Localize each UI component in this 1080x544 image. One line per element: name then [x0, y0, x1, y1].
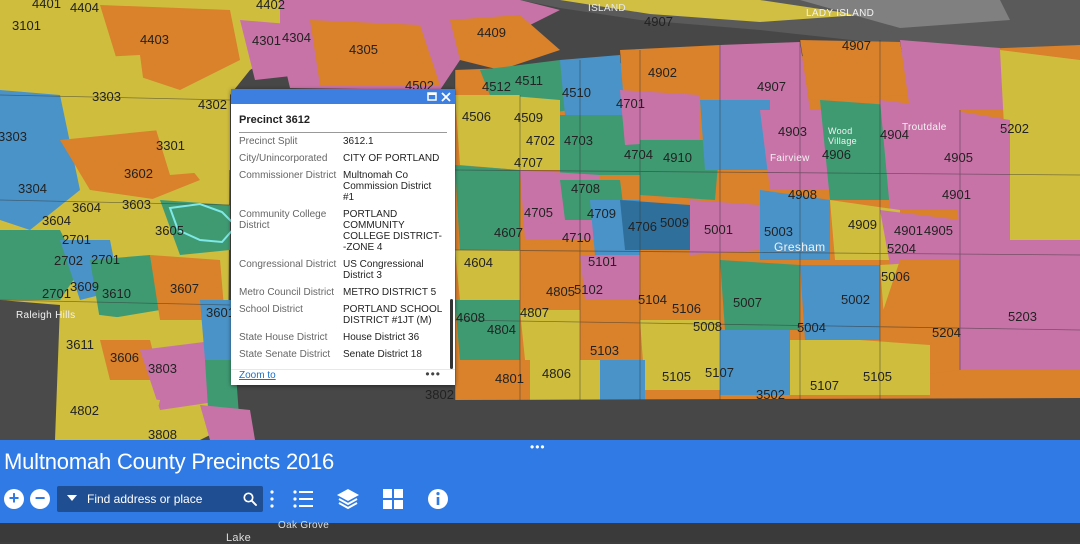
attr-row: Precinct Split 3612.1 [239, 136, 444, 153]
search-icon[interactable] [243, 492, 257, 506]
attr-value: CITY OF PORTLAND [343, 153, 440, 164]
feature-popup[interactable]: Precinct 3612 Precinct Split 3612.1 City/… [231, 89, 455, 385]
attr-value: PORTLAND COMMUNITY COLLEGE DISTRICT--ZON… [343, 209, 442, 253]
attr-value: METRO DISTRICT 5 [343, 287, 437, 298]
zoom-in-button[interactable]: + [4, 489, 24, 509]
attr-value: US Congressional District 3 [343, 259, 424, 281]
search-source-dropdown-icon[interactable] [67, 495, 77, 501]
attr-row: Congressional District US Congressional D… [239, 259, 444, 287]
attr-value: PORTLAND SCHOOL DISTRICT #1JT (M) [343, 304, 442, 326]
popup-scrollbar[interactable] [450, 299, 453, 369]
attr-row: State Senate District Senate District 18 [239, 349, 444, 366]
popup-attributes[interactable]: Precinct Split 3612.1 City/Unincorporated… [231, 136, 449, 406]
basemap-icon[interactable] [380, 486, 406, 512]
attr-key: Precinct Split [239, 136, 298, 147]
attr-key: State House District [239, 332, 328, 343]
popup-title: Precinct 3612 [239, 114, 447, 133]
maximize-icon[interactable] [425, 89, 439, 104]
place-label: Gresham [774, 240, 826, 254]
close-icon[interactable] [439, 89, 453, 104]
place-label: Lake [226, 532, 252, 544]
place-label: ISLAND [588, 3, 626, 14]
attr-value: House District 36 [343, 332, 420, 343]
attr-row: Metro Council District METRO DISTRICT 5 [239, 287, 444, 304]
attr-row: Commissioner District Multnomah Co Commis… [239, 170, 444, 209]
legend-icon[interactable] [290, 486, 316, 512]
search-options-icon[interactable] [270, 490, 274, 508]
place-label: LADY ISLAND [806, 8, 875, 19]
attr-row: City/Unincorporated CITY OF PORTLAND [239, 153, 444, 170]
layers-icon[interactable] [335, 486, 361, 512]
attr-row: State House District House District 36 [239, 332, 444, 349]
bottom-panel: ••• Multnomah County Precincts 2016 + − [0, 440, 1080, 523]
place-label: Troutdale [902, 122, 947, 133]
attr-key: City/Unincorporated [239, 153, 328, 164]
attr-value: 3612.1 [343, 136, 374, 147]
panel-resize-handle[interactable]: ••• [530, 440, 546, 454]
search-input[interactable] [87, 490, 235, 508]
precinct-map[interactable] [0, 0, 1080, 440]
search-box[interactable] [57, 486, 263, 512]
popup-footer: Zoom to ••• [231, 367, 455, 385]
attr-value: Senate District 18 [343, 349, 422, 360]
attr-row: School District PORTLAND SCHOOL DISTRICT … [239, 304, 444, 332]
place-label: Raleigh Hills [16, 310, 76, 321]
attr-key: School District [239, 304, 303, 315]
map[interactable]: 4401 4404 4402 4907 3101 4403 4301 4304 … [0, 0, 1080, 440]
place-label: Wood Village [828, 126, 857, 146]
map-bottom-strip: Oak Grove Lake [0, 520, 1080, 544]
zoom-out-button[interactable]: − [30, 489, 50, 509]
attr-key: State Senate District [239, 349, 331, 360]
popup-header [231, 89, 455, 104]
zoom-to-link[interactable]: Zoom to [239, 370, 276, 381]
place-label: Fairview [770, 153, 810, 164]
more-actions-button[interactable]: ••• [425, 367, 441, 381]
attr-key: Metro Council District [239, 287, 335, 298]
attr-key: Congressional District [239, 259, 337, 270]
attr-key: Commissioner District [239, 170, 337, 181]
info-icon[interactable] [425, 486, 451, 512]
attr-row: Community College District PORTLAND COMMU… [239, 209, 444, 259]
place-label: Oak Grove [278, 520, 330, 531]
app-title: Multnomah County Precincts 2016 [4, 449, 335, 474]
attr-value: Multnomah Co Commission District #1 [343, 170, 432, 203]
attr-key: Community College District [239, 209, 327, 231]
